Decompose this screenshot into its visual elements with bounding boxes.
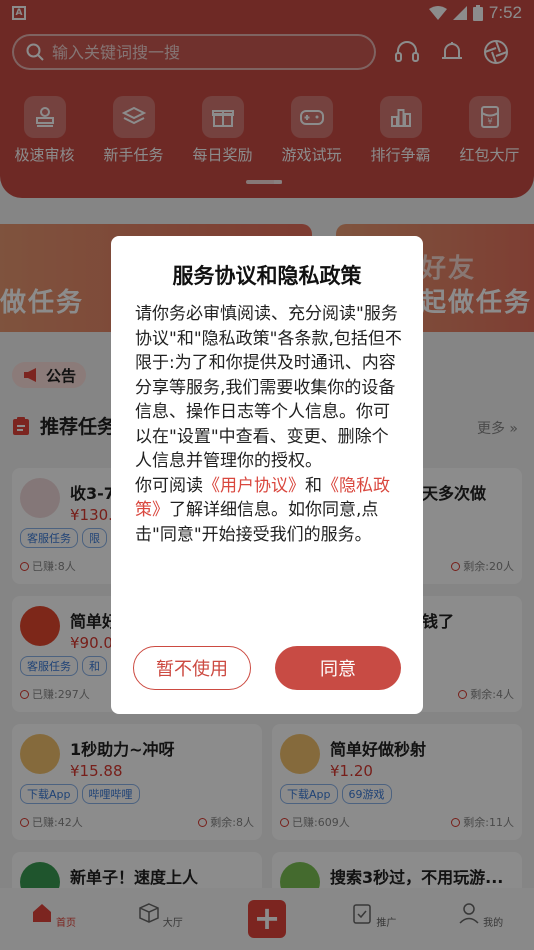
privacy-dialog: 服务协议和隐私政策 请你务必审慎阅读、充分阅读"服务协议"和"隐私政策"各条款,… [111,236,423,714]
agree-button[interactable]: 同意 [275,646,401,690]
decline-button[interactable]: 暂不使用 [133,646,251,690]
dialog-text: 你可阅读 [135,475,203,496]
dialog-paragraph: 请你务必审慎阅读、充分阅读"服务协议"和"隐私政策"各条款,包括但不限于:为了和… [135,304,402,471]
dialog-paragraph: 你可阅读《用户协议》和《隐私政策》了解详细信息。如你同意,点击"同意"开始接受我… [135,474,403,548]
dialog-body: 请你务必审慎阅读、充分阅读"服务协议"和"隐私政策"各条款,包括但不限于:为了和… [135,302,403,547]
dialog-text: 了解详细信息。如你同意,点击"同意"开始接受我们的服务。 [135,500,379,545]
dialog-text: 和 [305,475,322,496]
user-agreement-link[interactable]: 《用户协议》 [203,476,305,496]
dialog-title: 服务协议和隐私政策 [172,264,362,288]
